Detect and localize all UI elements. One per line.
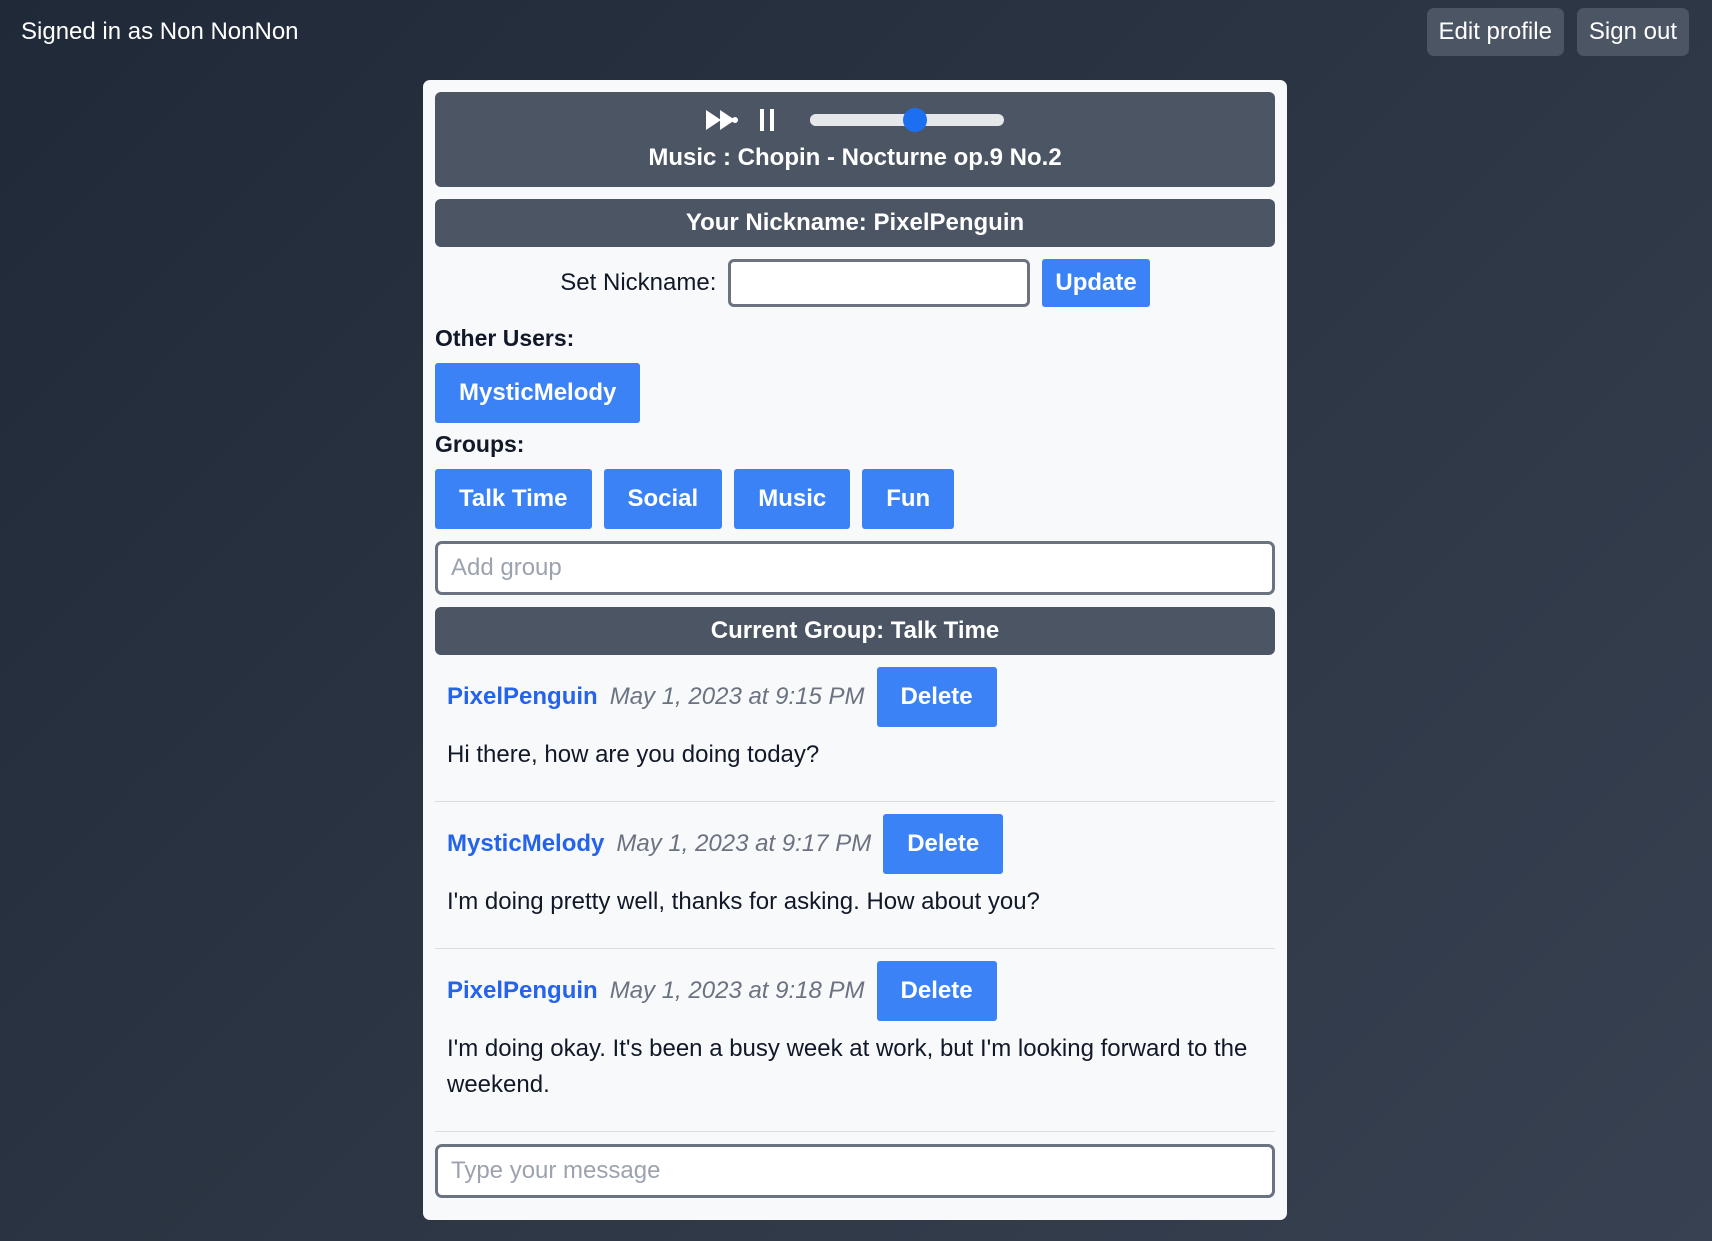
message-timestamp: May 1, 2023 at 9:18 PM [609,977,865,1004]
music-player: Music : Chopin - Nocturne op.9 No.2 [435,92,1275,187]
message-header: MysticMelody May 1, 2023 at 9:17 PM Dele… [447,814,1263,874]
sign-out-button[interactable]: Sign out [1576,8,1689,56]
top-bar: Signed in as Non NonNon Edit profile Sig… [0,0,1712,66]
message-timestamp: May 1, 2023 at 9:15 PM [609,683,865,710]
slider-track-fill [810,114,915,126]
update-nickname-button[interactable]: Update [1042,259,1150,307]
now-playing-title: Music : Chopin - Nocturne op.9 No.2 [648,144,1062,171]
message-header: PixelPenguin May 1, 2023 at 9:18 PM Dele… [447,961,1263,1021]
message-text: I'm doing okay. It's been a busy week at… [447,1035,1248,1098]
message-text: Hi there, how are you doing today? [447,741,820,768]
message-item: PixelPenguin May 1, 2023 at 9:15 PM Dele… [435,655,1275,802]
group-button-music[interactable]: Music [734,469,851,529]
set-nickname-label: Set Nickname: [560,269,717,296]
delete-message-button[interactable]: Delete [876,961,997,1021]
groups-list: Talk Time Social Music Fun [435,469,1275,529]
groups-heading: Groups: [435,431,525,457]
message-header: PixelPenguin May 1, 2023 at 9:15 PM Dele… [447,667,1263,727]
nickname-banner: Your Nickname: PixelPenguin [435,199,1275,247]
message-item: MysticMelody May 1, 2023 at 9:17 PM Dele… [435,802,1275,949]
group-button-fun[interactable]: Fun [862,469,955,529]
current-group-banner: Current Group: Talk Time [435,607,1275,655]
message-timestamp: May 1, 2023 at 9:17 PM [616,830,872,857]
nickname-input[interactable] [728,259,1031,307]
other-users-heading: Other Users: [435,325,575,351]
group-button-talk-time[interactable]: Talk Time [435,469,592,529]
message-author: PixelPenguin [447,977,598,1004]
message-author: MysticMelody [447,830,605,857]
fast-forward-icon[interactable] [706,110,738,130]
player-controls [435,108,1275,132]
message-author: PixelPenguin [447,683,598,710]
volume-slider[interactable] [810,108,1004,132]
signed-in-text: Signed in as Non NonNon [21,18,299,45]
user-button-mysticmelody[interactable]: MysticMelody [435,363,641,423]
nickname-form: Set Nickname: Update [435,259,1275,307]
delete-message-button[interactable]: Delete [876,667,997,727]
message-input[interactable] [435,1144,1275,1198]
add-group-input[interactable] [435,541,1275,595]
message-list: PixelPenguin May 1, 2023 at 9:15 PM Dele… [435,655,1275,1132]
edit-profile-button[interactable]: Edit profile [1426,8,1564,56]
message-item: PixelPenguin May 1, 2023 at 9:18 PM Dele… [435,949,1275,1132]
group-button-social[interactable]: Social [603,469,723,529]
slider-thumb[interactable] [902,108,927,132]
pause-icon[interactable] [760,108,774,132]
other-users-list: MysticMelody [435,363,1275,423]
account-actions: Edit profile Sign out [1426,8,1689,56]
delete-message-button[interactable]: Delete [883,814,1004,874]
message-text: I'm doing pretty well, thanks for asking… [447,888,1040,915]
chat-panel: Music : Chopin - Nocturne op.9 No.2 Your… [423,80,1287,1220]
